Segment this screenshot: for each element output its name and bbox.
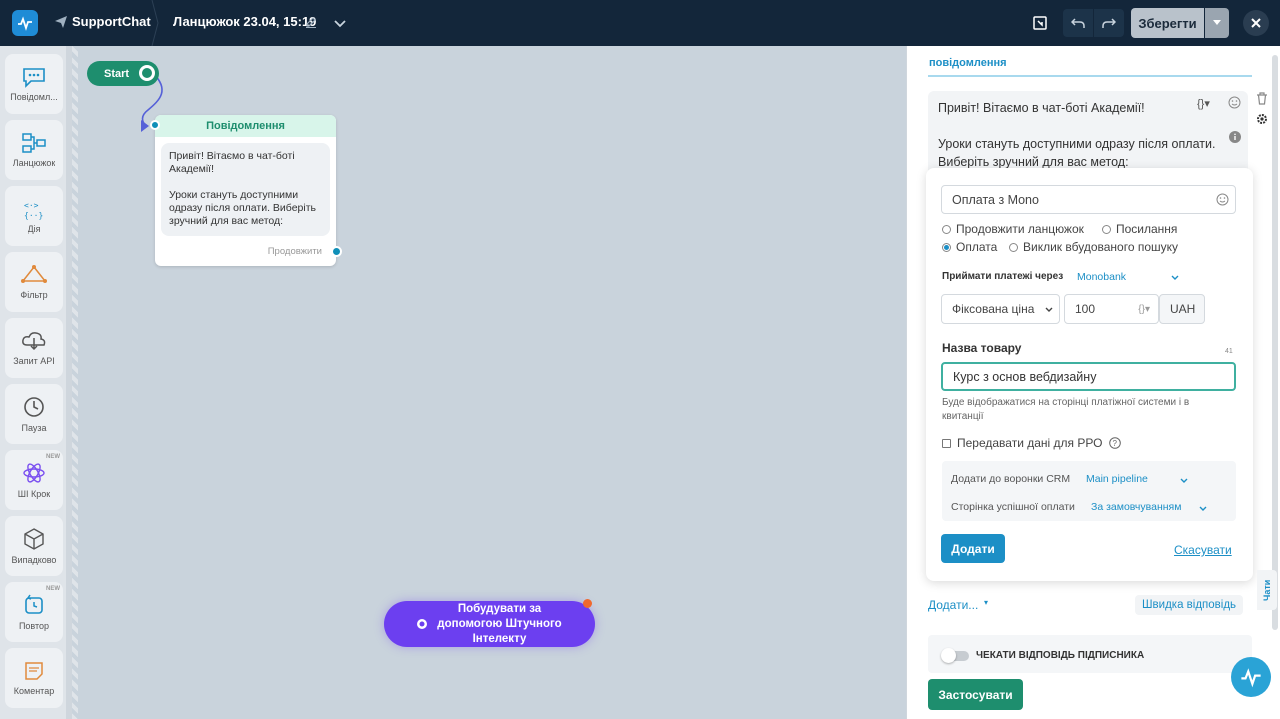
radio-continue-chain[interactable]: Продовжити ланцюжок — [942, 222, 1084, 236]
button-text-value: Оплата з Mono — [952, 192, 1039, 207]
success-page-label: Сторінка успішної оплати — [951, 501, 1075, 513]
node-title: Повідомлення — [155, 115, 336, 137]
trash-icon[interactable] — [1256, 92, 1268, 110]
crm-pipeline-select[interactable]: Main pipeline — [1086, 473, 1148, 485]
price-value: 100 — [1075, 302, 1096, 316]
node-output-port[interactable] — [331, 246, 342, 257]
notification-dot — [583, 599, 592, 608]
button-text-input[interactable]: Оплата з Mono — [941, 185, 1236, 214]
properties-panel: повідомлення Привіт! Вітаємо в чат-боті … — [906, 46, 1280, 719]
price-type-select[interactable]: Фіксована ціна — [941, 294, 1060, 324]
chevron-down-icon[interactable] — [1198, 500, 1208, 518]
gear-icon[interactable] — [1256, 112, 1268, 130]
currency-label: UAH — [1159, 294, 1205, 324]
apply-button[interactable]: Застосувати — [928, 679, 1023, 710]
rro-label: Передавати дані для РРО — [957, 436, 1103, 450]
support-chat-fab[interactable] — [1231, 657, 1271, 697]
pulse-icon — [1241, 668, 1261, 688]
radio-label: Виклик вбудованого пошуку — [1023, 240, 1179, 254]
emoji-icon[interactable] — [1216, 193, 1229, 211]
ai-build-button[interactable]: Побудувати за допомогою Штучного Інтелек… — [384, 599, 595, 647]
price-value-input[interactable]: 100 {}▾ — [1064, 294, 1159, 324]
variables-icon[interactable]: {}▾ — [1138, 304, 1150, 315]
start-label: Start — [104, 67, 130, 80]
chats-tab[interactable]: Чати — [1257, 570, 1277, 610]
ai-sparkle-icon — [416, 619, 427, 629]
product-hint: Буде відображатися на сторінці платіжної… — [942, 397, 1190, 422]
add-more-dropdown[interactable]: Додати... — [928, 598, 978, 612]
button-editor-card: Оплата з Mono Продовжити ланцюжок Посила… — [926, 168, 1253, 581]
wait-reply-toggle[interactable] — [941, 648, 969, 663]
start-output-port[interactable] — [139, 65, 155, 81]
node-input-port[interactable] — [150, 120, 160, 130]
crm-label: Додати до воронки CRM — [951, 473, 1071, 485]
chevron-down-icon[interactable] — [1179, 472, 1189, 490]
panel-title-underline — [928, 75, 1252, 77]
chevron-down-icon — [1045, 307, 1053, 312]
start-node[interactable]: Start — [87, 61, 159, 86]
product-name-label: Назва товару — [942, 341, 1022, 355]
emoji-icon[interactable] — [1228, 96, 1241, 114]
panel-scrollbar[interactable] — [1272, 55, 1278, 630]
payment-provider-select[interactable]: Monobank — [1077, 271, 1126, 283]
radio-link[interactable]: Посилання — [1102, 222, 1177, 236]
node-continue-label: Продовжити — [267, 246, 322, 257]
message-node[interactable]: Повідомлення Привіт! Вітаємо в чат-боті … — [150, 115, 342, 266]
accept-payments-label: Приймати платежі через — [942, 271, 1064, 282]
rro-checkbox[interactable]: Передавати дані для РРО — [942, 436, 1102, 450]
svg-text:?: ? — [1113, 439, 1118, 448]
radio-label: Оплата — [956, 240, 998, 254]
node-message-text: Привіт! Вітаємо в чат-боті Академії! Уро… — [161, 143, 330, 236]
radio-label: Посилання — [1116, 222, 1178, 236]
product-name-value: Курс з основ вебдизайну — [953, 369, 1097, 384]
help-icon[interactable]: ? — [1109, 436, 1121, 454]
wait-reply-label: ЧЕКАТИ ВІДПОВІДЬ ПІДПИСНИКА — [976, 650, 1145, 661]
product-name-input[interactable]: Курс з основ вебдизайну — [941, 362, 1236, 391]
currency-value: UAH — [1170, 302, 1196, 316]
panel-title: повідомлення — [929, 57, 1007, 69]
radio-label: Продовжити ланцюжок — [956, 222, 1084, 236]
quick-reply-button[interactable]: Швидка відповідь — [1135, 595, 1244, 615]
price-type-value: Фіксована ціна — [952, 302, 1035, 316]
success-page-select[interactable]: За замовчуванням — [1091, 501, 1181, 513]
info-icon[interactable] — [1229, 130, 1241, 148]
chevron-down-icon[interactable] — [1170, 269, 1180, 287]
crm-settings-box: Додати до воронки CRM Main pipeline Стор… — [942, 461, 1236, 521]
cancel-link[interactable]: Скасувати — [1174, 543, 1232, 557]
caret-down-icon[interactable]: ▾ — [984, 598, 988, 607]
variables-icon[interactable]: {}▾ — [1197, 97, 1210, 110]
add-button[interactable]: Додати — [941, 534, 1005, 563]
ai-build-label: Побудувати за допомогою Штучного Інтелек… — [437, 602, 562, 645]
radio-builtin-search[interactable]: Виклик вбудованого пошуку — [1009, 240, 1178, 254]
char-counter: 41 — [1225, 348, 1233, 355]
radio-payment[interactable]: Оплата — [942, 240, 997, 254]
